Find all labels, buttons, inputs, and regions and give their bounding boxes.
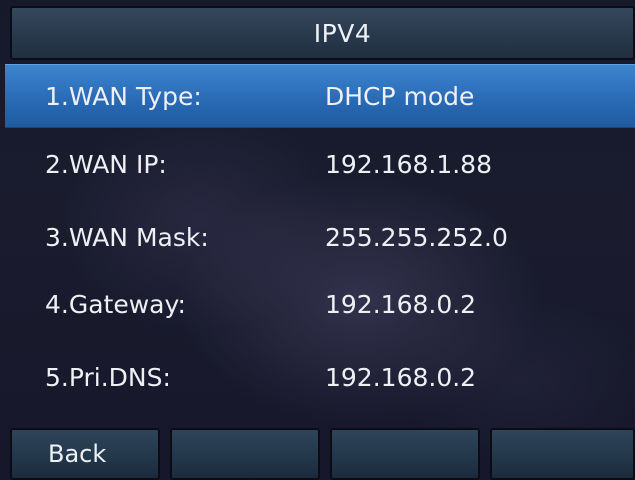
softkey-bar: Back [0, 428, 635, 480]
menu-item-value: DHCP mode [325, 81, 475, 111]
softkey-2[interactable] [170, 428, 320, 480]
menu-item-value: 192.168.0.2 [325, 289, 477, 319]
title-bar: IPV4 [10, 6, 635, 60]
menu-item-label: 1.WAN Type: [45, 81, 202, 111]
softkey-back[interactable]: Back [10, 428, 160, 480]
menu-item-wan-type[interactable]: 1.WAN Type: DHCP mode [5, 64, 635, 128]
menu-item-wan-mask[interactable]: 3.WAN Mask: 255.255.252.0 [5, 205, 635, 269]
menu-item-label: 2.WAN IP: [45, 149, 167, 179]
phone-screen: IPV4 1.WAN Type: DHCP mode 2.WAN IP: 192… [0, 0, 635, 480]
softkey-3[interactable] [330, 428, 480, 480]
softkey-label: Back [48, 440, 107, 468]
menu-item-value: 255.255.252.0 [325, 222, 508, 252]
menu-item-value: 192.168.0.2 [325, 362, 477, 392]
menu-item-label: 4.Gateway: [45, 289, 186, 319]
page-title: IPV4 [313, 18, 372, 48]
menu-item-gateway[interactable]: 4.Gateway: 192.168.0.2 [5, 272, 635, 336]
softkey-4[interactable] [490, 428, 635, 480]
menu-item-value: 192.168.1.88 [325, 149, 492, 179]
menu-item-label: 5.Pri.DNS: [45, 362, 171, 392]
menu-item-wan-ip[interactable]: 2.WAN IP: 192.168.1.88 [5, 132, 635, 196]
menu-item-pri-dns[interactable]: 5.Pri.DNS: 192.168.0.2 [5, 345, 635, 409]
menu-item-label: 3.WAN Mask: [45, 222, 209, 252]
